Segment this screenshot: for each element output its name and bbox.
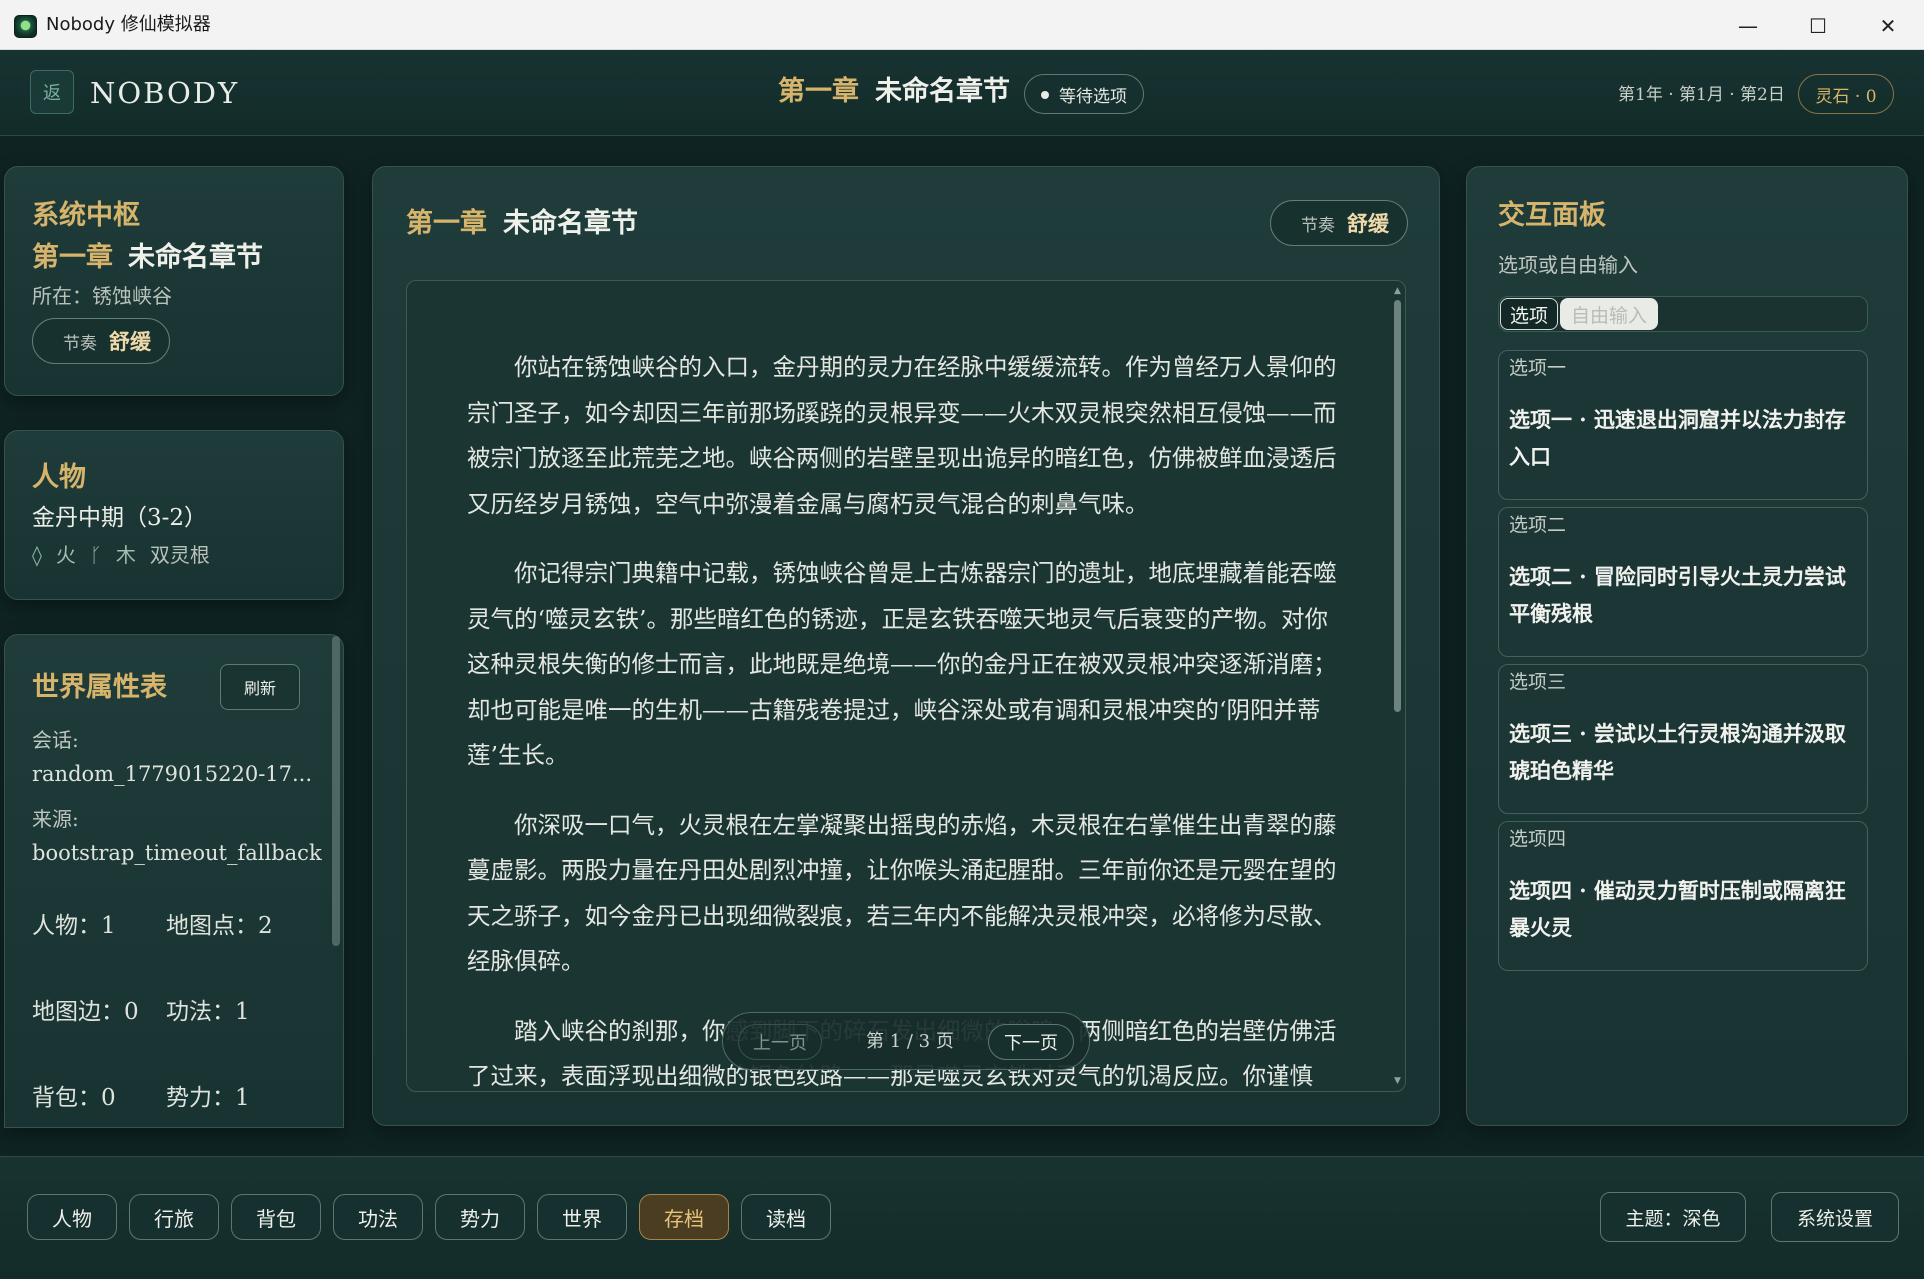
spirit-stone-badge: 灵石 · 0 (1798, 74, 1894, 114)
story-paragraph: 你深吸一口气，火灵根在左掌凝聚出摇曳的赤焰，木灵根在右掌催生出青翠的藤蔓虚影。两… (467, 810, 1337, 976)
stat-characters: 人物：1 (32, 913, 116, 939)
next-page-button[interactable]: 下一页 (988, 1024, 1074, 1060)
status-dot-icon (1041, 91, 1049, 99)
stat-map-edges: 地图边：0 (32, 999, 139, 1025)
story-text: 你站在锈蚀峡谷的入口，金丹期的灵力在经脉中缓缓流转。作为曾经万人景仰的宗门圣子，… (467, 345, 1343, 1091)
stat-techniques: 功法：1 (166, 999, 250, 1025)
option-card-4[interactable]: 选项四 选项四 · 催动灵力暂时压制或隔离狂暴火灵 (1498, 821, 1868, 971)
story-paragraph: 你记得宗门典籍中记载，锈蚀峡谷曾是上古炼器宗门的遗址，地底埋藏着能吞噬灵气的‘噬… (467, 559, 1337, 769)
option-header: 选项四 (1509, 828, 1567, 850)
nav-travel[interactable]: 行旅 (129, 1194, 219, 1240)
fire-root-label: 火 (55, 543, 76, 567)
header-chapter-name: 未命名章节 (875, 76, 1010, 107)
stat-inventory: 背包：0 (32, 1085, 116, 1111)
world-scrollbar[interactable] (332, 636, 340, 946)
wood-root-label: 木 (115, 543, 136, 567)
nav-world[interactable]: 世界 (537, 1194, 627, 1240)
nav-character[interactable]: 人物 (27, 1194, 117, 1240)
nav-techniques[interactable]: 功法 (333, 1194, 423, 1240)
story-chapter-name: 未命名章节 (503, 208, 638, 239)
system-rhythm-badge: 节奏 舒缓 (32, 318, 170, 364)
prev-page-button[interactable]: 上一页 (738, 1024, 822, 1060)
story-scrollbar[interactable]: ▲ ▼ (1393, 286, 1402, 1086)
option-card-1[interactable]: 选项一 选项一 · 迅速退出洞窟并以法力封存入口 (1498, 350, 1868, 500)
option-card-3[interactable]: 选项三 选项三 · 尝试以土行灵根沟通并汲取琥珀色精华 (1498, 664, 1868, 814)
source-value: bootstrap_timeout_fallback (32, 841, 322, 865)
back-button[interactable]: 返 (30, 70, 74, 114)
theme-toggle-button[interactable]: 主题：深色 (1600, 1192, 1746, 1242)
session-label: 会话: (32, 728, 79, 752)
rhythm-value: 舒缓 (1347, 211, 1389, 236)
world-title: 世界属性表 (32, 672, 167, 703)
rhythm-label: 节奏 (1301, 215, 1335, 236)
option-header: 选项三 (1509, 671, 1567, 693)
scroll-thumb[interactable] (1394, 300, 1401, 712)
sprout-icon: ᚴ (89, 543, 102, 567)
rhythm-label: 节奏 (63, 333, 97, 354)
window-titlebar (0, 0, 1924, 50)
system-chapter-number: 第一章 (32, 242, 113, 273)
story-rhythm-badge: 节奏 舒缓 (1270, 200, 1408, 246)
character-realm: 金丹中期（3-2） (32, 505, 208, 531)
source-label: 来源: (32, 807, 79, 831)
spirit-roots: ◊ 火 ᚴ 木 双灵根 (32, 542, 210, 568)
nav-load[interactable]: 读档 (741, 1194, 831, 1240)
story-chapter-number: 第一章 (406, 208, 487, 239)
scroll-up-icon[interactable]: ▲ (1393, 286, 1402, 296)
app-logo-icon (14, 15, 37, 38)
option-text: 选项三 · 尝试以土行灵根沟通并汲取琥珀色精华 (1509, 721, 1846, 783)
system-location: 所在：锈蚀峡谷 (32, 284, 172, 308)
story-paragraph: 你站在锈蚀峡谷的入口，金丹期的灵力在经脉中缓缓流转。作为曾经万人景仰的宗门圣子，… (467, 353, 1337, 518)
tab-free-input[interactable]: 自由输入 (1560, 298, 1658, 330)
root-type: 双灵根 (149, 543, 210, 567)
stat-factions: 势力：1 (166, 1085, 250, 1111)
option-text: 选项二 · 冒险同时引导火土灵力尝试平衡残根 (1509, 564, 1846, 626)
status-badge: 等待选项 (1024, 74, 1144, 114)
system-title: 系统中枢 (32, 200, 140, 231)
minimize-button[interactable]: — (1716, 6, 1780, 46)
system-chapter-name: 未命名章节 (128, 242, 263, 273)
settings-button[interactable]: 系统设置 (1771, 1192, 1899, 1242)
game-date: 第1年 · 第1月 · 第2日 (1618, 85, 1785, 105)
stat-map-points: 地图点：2 (166, 913, 273, 939)
tab-options[interactable]: 选项 (1500, 298, 1558, 330)
fire-icon: ◊ (32, 543, 42, 567)
option-text: 选项一 · 迅速退出洞窟并以法力封存入口 (1509, 407, 1846, 469)
story-text-box[interactable]: 你站在锈蚀峡谷的入口，金丹期的灵力在经脉中缓缓流转。作为曾经万人景仰的宗门圣子，… (406, 280, 1406, 1092)
nav-inventory[interactable]: 背包 (231, 1194, 321, 1240)
option-text: 选项四 · 催动灵力暂时压制或隔离狂暴火灵 (1509, 878, 1846, 940)
status-text: 等待选项 (1059, 86, 1127, 107)
close-button[interactable]: ✕ (1856, 6, 1920, 46)
header-chapter-number: 第一章 (778, 76, 859, 107)
scroll-down-icon[interactable]: ▼ (1393, 1076, 1402, 1086)
interaction-subtitle: 选项或自由输入 (1498, 253, 1638, 277)
option-header: 选项一 (1509, 357, 1567, 379)
maximize-button[interactable]: ☐ (1786, 6, 1850, 46)
page-indicator: 第 1 / 3 页 (866, 1031, 954, 1052)
refresh-button[interactable]: 刷新 (220, 664, 300, 710)
nav-factions[interactable]: 势力 (435, 1194, 525, 1240)
brand-title: NOBODY (90, 76, 240, 110)
session-value: random_1779015220-17... (32, 762, 313, 786)
option-header: 选项二 (1509, 514, 1567, 536)
interaction-title: 交互面板 (1498, 200, 1606, 231)
option-card-2[interactable]: 选项二 选项二 · 冒险同时引导火土灵力尝试平衡残根 (1498, 507, 1868, 657)
rhythm-value: 舒缓 (109, 329, 151, 354)
window-title: Nobody 修仙模拟器 (46, 14, 211, 35)
nav-save[interactable]: 存档 (639, 1194, 729, 1240)
character-title: 人物 (32, 462, 86, 493)
